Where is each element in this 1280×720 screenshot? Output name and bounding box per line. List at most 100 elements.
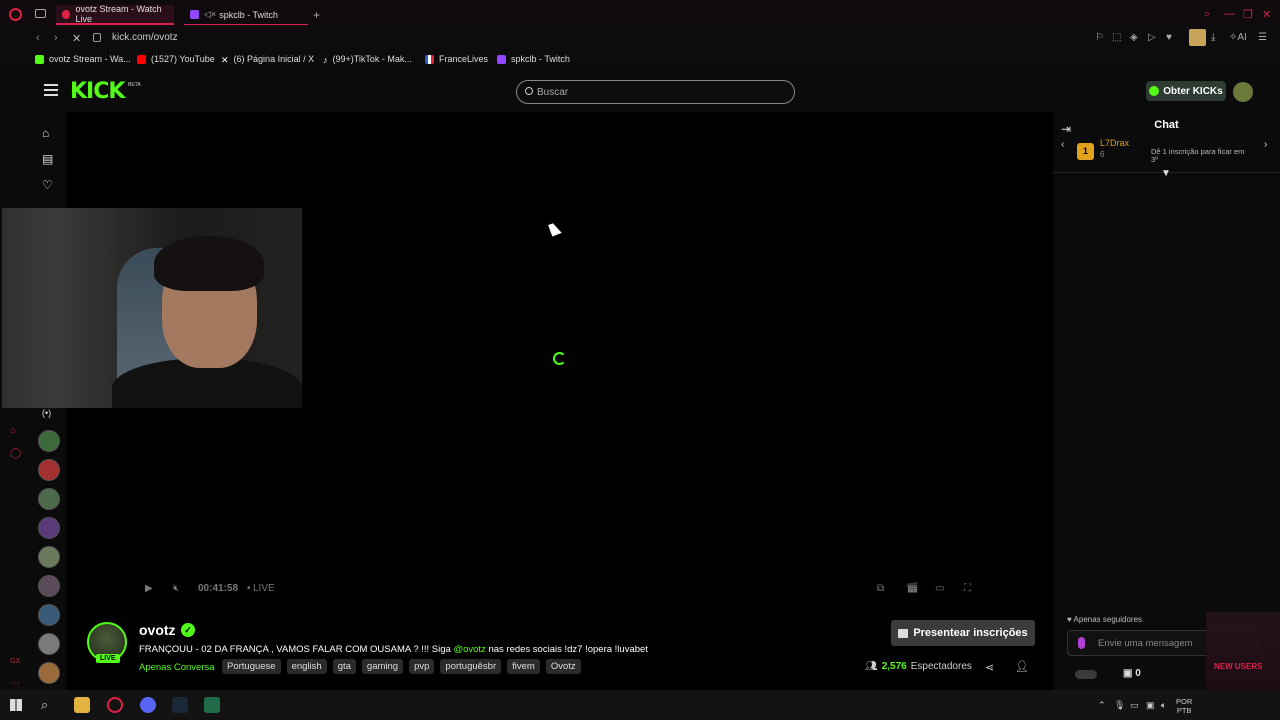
steam-icon[interactable] [172,697,188,713]
tag[interactable]: pvp [409,659,435,674]
snapshot-icon[interactable]: ⬚ [1112,32,1121,43]
kicks-balance[interactable]: ▣ 0 [1123,668,1141,679]
tag[interactable]: portuguêsbr [440,659,502,674]
bookmark-francelives[interactable]: FranceLives [425,54,488,64]
get-kicks-button[interactable]: Obter KICKs [1146,81,1226,101]
file-explorer-icon[interactable] [74,697,90,713]
miniplayer-icon[interactable]: ⧉ [877,583,884,594]
channel-avatar[interactable] [38,575,60,597]
opera-logo-icon[interactable] [9,8,22,21]
terminal-icon[interactable] [204,697,220,713]
windows-start-icon[interactable] [10,699,22,711]
streamer-name[interactable]: ovotz [139,622,176,638]
back-icon[interactable]: ‹ [36,32,40,44]
title-mention[interactable]: @ovotz [453,644,485,655]
mute-icon[interactable]: 🔇︎ [173,583,179,594]
gift-subs-button[interactable]: Presentear inscrições [891,620,1035,646]
language-indicator[interactable]: POR PTB [1176,697,1192,715]
bookmark-kick[interactable]: ovotz Stream - Wa... [35,54,131,64]
share-icon[interactable]: ⋖ [985,661,994,674]
scroll-to-bottom-icon[interactable]: ▼ [1161,168,1171,179]
youtube-icon [137,54,146,64]
display-icon[interactable]: ▣ [1146,700,1155,711]
category-link[interactable]: Apenas Conversa [139,662,215,673]
kick-header: KICK BETA Obter KICKs [0,70,1280,112]
bookmark-label: FranceLives [439,54,489,64]
discord-icon[interactable] [140,697,156,713]
heart-icon[interactable]: ♥ [1166,32,1172,43]
theater-mode-icon[interactable]: ▭ [935,583,944,594]
bookmark-icon[interactable]: ⚐ [1095,32,1104,43]
download-icon[interactable]: ⤓ [1211,32,1215,43]
reload-icon[interactable]: ✕ [72,32,81,45]
shield-icon[interactable]: ◈ [1130,32,1138,43]
url-text[interactable]: kick.com/ovotz [112,32,178,43]
tag[interactable]: Portuguese [222,659,281,674]
channel-avatar[interactable] [38,604,60,626]
minimize-icon[interactable]: — [1224,8,1235,20]
tag-list: Portuguese english gta gaming pvp portug… [222,659,581,674]
user-avatar[interactable] [1233,82,1253,102]
hamburger-menu-icon[interactable] [44,84,58,96]
browse-icon[interactable]: ▤ [42,152,55,166]
maximize-icon[interactable]: ❐ [1243,8,1253,21]
collapse-chat-icon[interactable]: ⇥ [1061,122,1071,136]
bookmark-tiktok[interactable]: ♪ (99+)TikTok - Mak... [323,54,412,65]
tab-manager-icon[interactable] [35,9,46,18]
tag[interactable]: gaming [361,659,404,674]
search-bar[interactable] [516,80,795,104]
channel-avatar[interactable] [38,430,60,452]
bookmark-youtube[interactable]: (1527) YouTube [137,54,215,64]
channel-avatar[interactable] [38,459,60,481]
kick-logo[interactable]: KICK [70,79,125,104]
volume-icon[interactable]: 🔈︎ [1161,700,1166,711]
profile-avatar[interactable] [1189,29,1206,46]
tag[interactable]: fivem [507,659,540,674]
close-icon[interactable]: ✕ [1262,8,1271,21]
microphone-icon[interactable]: 🎙︎ [1114,700,1125,711]
chevron-up-icon[interactable]: ⌃ [1098,700,1106,711]
tab-ovotz-stream[interactable]: ovotz Stream - Watch Live [56,4,174,25]
menu-icon[interactable]: ☰ [1258,32,1267,43]
new-tab-button[interactable]: + [313,8,320,22]
chevron-right-icon[interactable]: › [1264,139,1267,150]
channel-avatar[interactable] [38,517,60,539]
channel-avatar[interactable] [38,633,60,655]
home-icon[interactable]: ⌂ [42,126,55,140]
play-icon[interactable]: ▶ [145,583,153,594]
viewers-label: Espectadores [910,661,972,672]
chat-message-input[interactable] [1098,636,1218,650]
bookmark-twitch[interactable]: spkclb - Twitch [497,54,570,64]
leaderboard-user[interactable]: L7Drax [1100,138,1129,148]
channel-avatar[interactable] [38,488,60,510]
bookmark-x[interactable]: ✕ (6) Página Inicial / X [221,54,314,65]
fullscreen-icon[interactable]: ⛶ [964,583,971,594]
channel-avatar[interactable] [38,546,60,568]
chevron-left-icon[interactable]: ‹ [1061,139,1064,150]
tag[interactable]: gta [332,659,356,674]
tag[interactable]: Ovotz [545,659,581,674]
search-input[interactable] [537,84,777,100]
opera-gx-icon[interactable] [107,697,123,713]
network-icon[interactable]: ▭ [1130,700,1139,711]
following-heart-icon[interactable]: ♡ [42,178,55,192]
opera-sidebar-icon[interactable]: ◯ [10,448,21,459]
toggle-switch[interactable] [1075,670,1097,679]
search-icon[interactable]: ⌕ [41,697,48,713]
channel-avatar[interactable] [38,662,60,684]
more-icon[interactable]: ⋯ [10,678,20,689]
opera-sidebar-icon[interactable]: ⌂ [10,425,16,436]
microphone-icon[interactable] [1078,637,1085,649]
stream-info: LIVE ovotz ✓ FRANÇOUU - 02 DA FRANÇA , V… [67,605,1053,690]
tag[interactable]: english [286,659,327,674]
forward-icon[interactable]: › [54,32,58,44]
live-label[interactable]: LIVE [253,583,275,594]
follow-user-icon[interactable]: 👤︎ [1015,660,1029,673]
live-channels-icon[interactable]: (•) [42,408,55,421]
player-icon[interactable]: ▷ [1148,32,1156,43]
search-icon[interactable]: ⌕ [1204,8,1210,21]
gx-icon[interactable]: GX [10,658,20,665]
tab-spkclb-twitch[interactable]: ◁× spkclb - Twitch [184,5,308,25]
clip-icon[interactable]: 🎬︎ [906,583,919,594]
aria-ai-button[interactable]: ✧AI [1229,32,1247,43]
